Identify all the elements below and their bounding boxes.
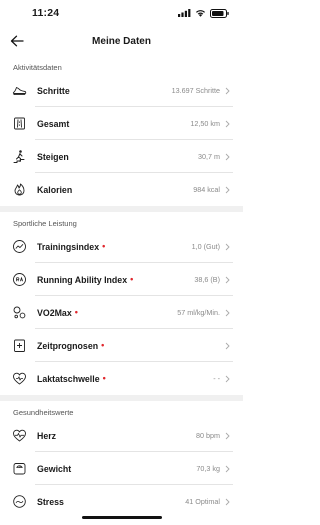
cellular-signal-icon <box>178 9 191 17</box>
climb-icon <box>12 149 27 164</box>
chevron-right-icon <box>223 275 231 284</box>
label-text: Gesamt <box>37 118 70 129</box>
row-value: - - <box>213 374 220 383</box>
row-label: Gewicht <box>37 464 196 474</box>
battery-icon <box>210 8 229 18</box>
nav-bar: Meine Daten <box>0 26 243 56</box>
chevron-right-icon <box>223 341 231 350</box>
row-label: Stress <box>37 497 185 507</box>
status-bar: 11:24 <box>0 0 243 26</box>
row-value: 1,0 (Gut) <box>191 242 220 251</box>
red-dot-indicator: • <box>102 241 106 251</box>
row-value: 57 ml/kg/Min. <box>177 308 220 317</box>
row-value: 984 kcal <box>193 185 220 194</box>
label-text: Trainingsindex <box>37 241 100 252</box>
trend-icon <box>12 239 27 254</box>
bubbles-icon <box>12 305 27 320</box>
row-label: Laktatschwelle • <box>37 374 213 384</box>
row-value: 13.697 Schritte <box>171 86 220 95</box>
label-text: Zeitprognosen <box>37 340 99 351</box>
row-kalorien[interactable]: Kalorien 984 kcal <box>0 173 243 206</box>
chevron-right-icon <box>223 242 231 251</box>
flame-icon <box>12 182 27 197</box>
row-value: 30,7 m <box>198 152 220 161</box>
row-label: Zeitprognosen • <box>37 341 220 351</box>
row-running-ability-index[interactable]: Running Ability Index • 38,6 (B) <box>0 263 243 296</box>
chevron-right-icon <box>223 308 231 317</box>
red-dot-indicator: • <box>102 373 106 383</box>
clock-document-icon <box>12 338 27 353</box>
row-herz[interactable]: Herz 80 bpm <box>0 419 243 452</box>
row-label: Kalorien <box>37 185 193 195</box>
chevron-right-icon <box>223 86 231 95</box>
row-label: Herz <box>37 431 196 441</box>
row-value: 70,3 kg <box>196 464 220 473</box>
chevron-right-icon <box>223 497 231 506</box>
chevron-right-icon <box>223 431 231 440</box>
red-dot-indicator: • <box>74 307 78 317</box>
shoe-icon <box>12 83 27 98</box>
row-schritte[interactable]: Schritte 13.697 Schritte <box>0 74 243 107</box>
back-arrow-icon <box>10 35 24 47</box>
row-gesamt[interactable]: Gesamt 12,50 km <box>0 107 243 140</box>
row-label: VO2Max • <box>37 308 177 318</box>
stress-icon <box>12 494 27 509</box>
route-icon <box>12 116 27 131</box>
red-dot-indicator: • <box>101 340 105 350</box>
label-text: Laktatschwelle <box>37 373 100 384</box>
red-dot-indicator: • <box>130 274 134 284</box>
row-gewicht[interactable]: Gewicht 70,3 kg <box>0 452 243 485</box>
label-text: VO2Max <box>37 307 72 318</box>
row-value: 38,6 (B) <box>194 275 220 284</box>
chevron-right-icon <box>223 152 231 161</box>
heart-pulse-icon <box>12 371 27 386</box>
row-laktatschwelle[interactable]: Laktatschwelle • - - <box>0 362 243 395</box>
scale-icon <box>12 461 27 476</box>
label-text: Gewicht <box>37 463 72 474</box>
row-label: Trainingsindex • <box>37 242 192 252</box>
chevron-right-icon <box>223 119 231 128</box>
row-vo2max[interactable]: VO2Max • 57 ml/kg/Min. <box>0 296 243 329</box>
row-trainingsindex[interactable]: Trainingsindex • 1,0 (Gut) <box>0 230 243 263</box>
section-header-aktivitaetsdaten: Aktivitätsdaten <box>13 62 62 72</box>
chevron-right-icon <box>223 464 231 473</box>
label-text: Kalorien <box>37 184 73 195</box>
chevron-right-icon <box>223 185 231 194</box>
row-label: Steigen <box>37 152 198 162</box>
row-steigen[interactable]: Steigen 30,7 m <box>0 140 243 173</box>
row-zeitprognosen[interactable]: Zeitprognosen • <box>0 329 243 362</box>
row-value: 12,50 km <box>190 119 220 128</box>
row-label: Gesamt <box>37 119 190 129</box>
page-title: Meine Daten <box>92 35 151 47</box>
heart-icon <box>12 428 27 443</box>
ra-icon <box>12 272 27 287</box>
label-text: Stress <box>37 496 64 507</box>
row-label: Schritte <box>37 86 172 96</box>
row-label: Running Ability Index • <box>37 275 194 285</box>
section-header-sportliche-leistung: Sportliche Leistung <box>13 218 77 228</box>
status-icons <box>178 8 229 18</box>
back-button[interactable] <box>8 32 26 50</box>
label-text: Herz <box>37 430 57 441</box>
row-value: 80 bpm <box>196 431 220 440</box>
section-header-gesundheitswerte: Gesundheitswerte <box>13 407 74 417</box>
label-text: Schritte <box>37 85 70 96</box>
status-time: 11:24 <box>32 7 60 19</box>
row-value: 41 Optimal <box>185 497 220 506</box>
wifi-icon <box>196 10 205 17</box>
label-text: Running Ability Index <box>37 274 128 285</box>
label-text: Steigen <box>37 151 69 162</box>
home-indicator[interactable] <box>81 516 162 519</box>
chevron-right-icon <box>223 374 231 383</box>
